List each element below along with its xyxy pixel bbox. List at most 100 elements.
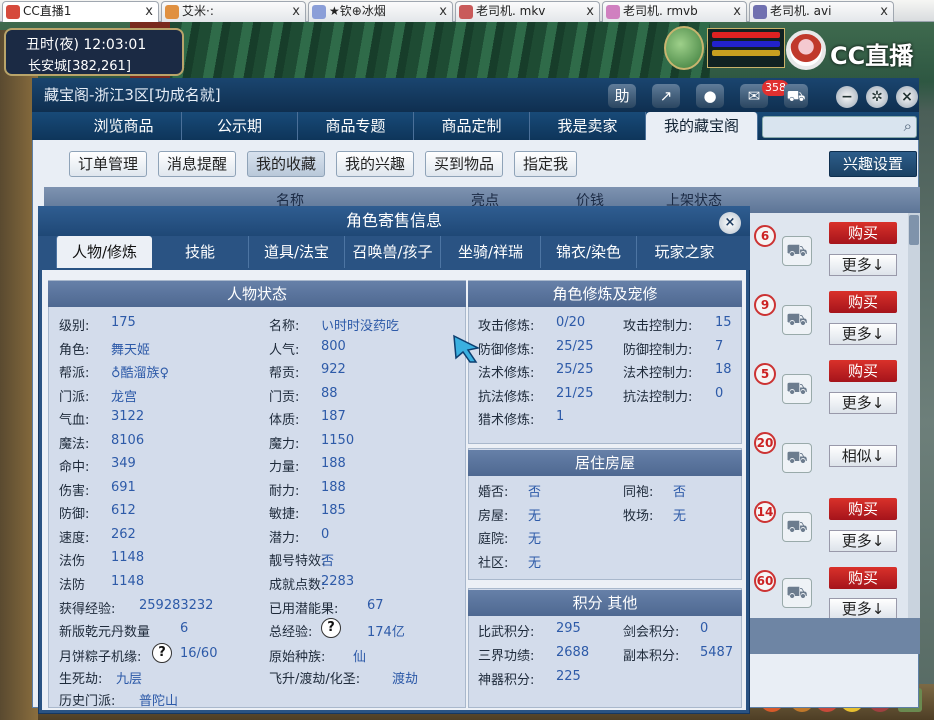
tab-close-icon[interactable]: x [292, 2, 300, 21]
tab-favicon-icon [6, 5, 20, 19]
stat-value: 无 [673, 508, 687, 524]
tab-mounts[interactable]: 坐骑/祥瑞 [440, 236, 540, 268]
list-scrollbar[interactable] [908, 213, 920, 618]
stat-value: 691 [111, 479, 136, 495]
stat-label: 婚否: [478, 485, 509, 500]
nav-tab-topics[interactable]: 商品专题 [298, 112, 414, 140]
stat-value: 262 [111, 526, 136, 542]
stat-value: 否 [321, 554, 335, 569]
stat-value: 龙宫 [111, 389, 138, 405]
nav-tab-public[interactable]: 公示期 [182, 112, 298, 140]
nav-tab-my-cbg[interactable]: 我的藏宝阁 [646, 112, 758, 140]
add-cart-icon[interactable]: ⛟ [782, 374, 812, 404]
stat-label: 命中: [59, 460, 90, 475]
more-button[interactable]: 更多↓ [829, 254, 897, 276]
stat-label: 同袍: [623, 485, 654, 500]
tab-close-icon[interactable]: x [439, 2, 447, 21]
messages-button[interactable]: 消息提醒 [158, 151, 237, 177]
add-cart-icon[interactable]: ⛟ [782, 512, 812, 542]
fly-value: 渡劫 [392, 672, 419, 687]
dialog-close-icon[interactable]: × [719, 212, 741, 234]
more-button[interactable]: 更多↓ [829, 323, 897, 345]
total-exp-value: 174亿 [367, 625, 405, 640]
stat-value: 1 [556, 409, 565, 424]
add-cart-icon[interactable]: ⛟ [782, 443, 812, 473]
settings-icon[interactable]: ✲ [866, 86, 888, 108]
record-icon[interactable]: ● [696, 84, 724, 108]
similar-button[interactable]: 相似↓ [829, 445, 897, 467]
player-avatar[interactable] [664, 26, 704, 70]
stat-label: 房屋: [478, 508, 509, 524]
bought-button[interactable]: 买到物品 [425, 151, 504, 177]
nav-tab-browse[interactable]: 浏览商品 [66, 112, 182, 140]
share-icon[interactable]: ↗ [652, 84, 680, 108]
browser-tab[interactable]: 老司机. mkv x [455, 1, 600, 22]
more-button[interactable]: 更多↓ [829, 392, 897, 414]
buy-button[interactable]: 购买 [829, 567, 897, 589]
search-input[interactable]: ⌕ [762, 116, 917, 138]
browser-tab[interactable]: 艾米·: x [161, 1, 306, 22]
tab-favicon-icon [312, 5, 326, 19]
game-location: 长安城[382,261] [28, 59, 131, 74]
tab-skills[interactable]: 技能 [152, 236, 248, 268]
cultivation-panel-title: 角色修炼及宠修 [468, 281, 742, 307]
browser-tab[interactable]: CC直播1 x [2, 1, 159, 22]
nav-tab-seller[interactable]: 我是卖家 [530, 112, 646, 140]
tab-character[interactable]: 人物/修炼 [56, 236, 152, 268]
browser-tab[interactable]: 老司机. avi x [749, 1, 894, 22]
stat-value: 188 [321, 456, 346, 471]
buy-button[interactable]: 购买 [829, 222, 897, 244]
buy-button[interactable]: 购买 [829, 291, 897, 313]
tab-label: ★钦⊕冰烟 [329, 4, 386, 18]
stat-label: 法防 [59, 577, 86, 593]
cart-icon[interactable]: ⛟ [784, 84, 808, 108]
tab-outfits[interactable]: 锦衣/染色 [540, 236, 636, 268]
orders-button[interactable]: 订单管理 [69, 151, 148, 177]
stat-label: 人气: [269, 342, 300, 358]
stat-value: 21/25 [556, 385, 594, 401]
stat-label: 法术修炼: [478, 366, 535, 381]
tab-pets[interactable]: 召唤兽/孩子 [344, 236, 440, 268]
tab-close-icon[interactable]: x [880, 2, 888, 21]
help-icon[interactable]: ? [321, 618, 341, 638]
browser-tab[interactable]: ★钦⊕冰烟 x [308, 1, 453, 22]
assigned-button[interactable]: 指定我 [514, 151, 578, 177]
buy-button[interactable]: 购买 [829, 360, 897, 382]
tab-close-icon[interactable]: x [586, 2, 594, 21]
buy-button[interactable]: 购买 [829, 498, 897, 520]
add-cart-icon[interactable]: ⛟ [782, 578, 812, 608]
stat-value: 800 [321, 338, 346, 354]
add-cart-icon[interactable]: ⛟ [782, 236, 812, 266]
stat-label: 角色: [59, 342, 90, 358]
favorites-button[interactable]: 我的收藏 [247, 151, 326, 177]
close-window-icon[interactable]: × [896, 86, 918, 108]
nav-tab-custom[interactable]: 商品定制 [414, 112, 530, 140]
tab-items[interactable]: 道具/法宝 [248, 236, 344, 268]
scroll-thumb[interactable] [909, 215, 919, 245]
stat-label: 帮贡: [269, 366, 300, 381]
interest-settings-button[interactable]: 兴趣设置 [829, 151, 917, 177]
tab-close-icon[interactable]: x [733, 2, 741, 21]
search-icon[interactable]: ⌕ [904, 117, 912, 135]
help-button[interactable]: 助 [608, 84, 636, 108]
stat-value: 1150 [321, 432, 355, 448]
stat-label: 庭院: [478, 532, 509, 547]
tab-close-icon[interactable]: x [145, 2, 153, 21]
stat-label: 耐力: [269, 483, 300, 499]
fly-label: 飞升/渡劫/化圣: [269, 672, 361, 687]
more-button[interactable]: 更多↓ [829, 530, 897, 552]
stat-label: 防御: [59, 507, 90, 522]
more-button[interactable]: 更多↓ [829, 598, 897, 620]
race-label: 原始种族: [269, 650, 326, 665]
tab-home[interactable]: 玩家之家 [636, 236, 732, 268]
tab-label: 老司机. rmvb [623, 4, 698, 18]
death-value: 九层 [116, 672, 143, 687]
add-cart-icon[interactable]: ⛟ [782, 305, 812, 335]
minimize-icon[interactable]: − [836, 86, 858, 108]
help-icon[interactable]: ? [152, 643, 172, 663]
browser-tab[interactable]: 老司机. rmvb x [602, 1, 747, 22]
interests-button[interactable]: 我的兴趣 [336, 151, 415, 177]
dialog-title: 角色寄售信息 [38, 206, 750, 236]
stat-label: 剑会积分: [623, 625, 680, 640]
hp-mp-bars [707, 28, 785, 68]
